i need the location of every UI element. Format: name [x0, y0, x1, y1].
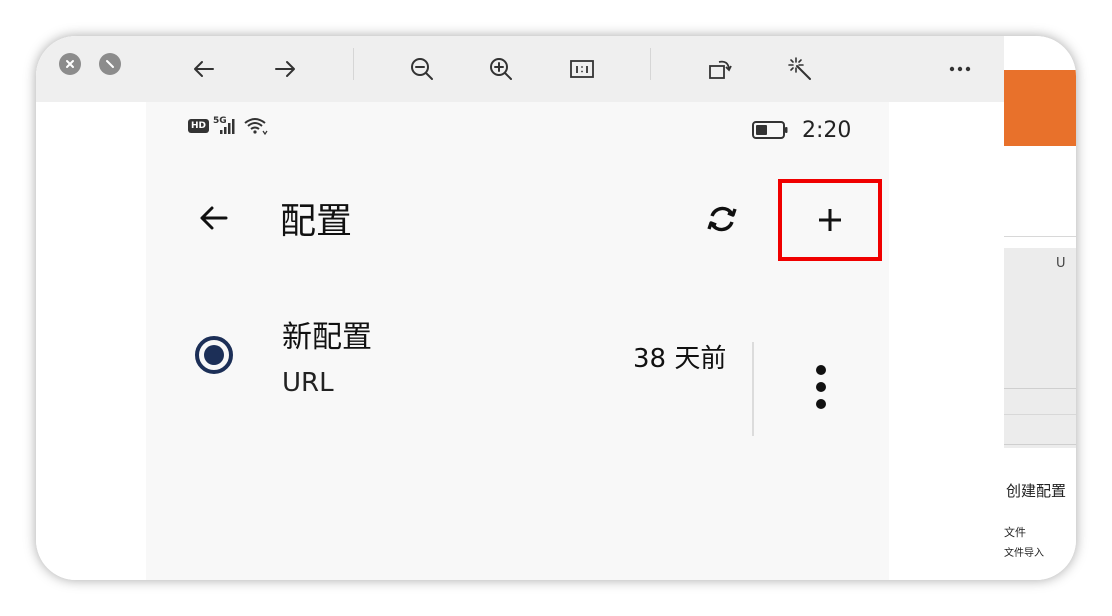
viewer-toolbar — [36, 36, 1004, 102]
page-title: 配置 — [280, 201, 353, 242]
back-button[interactable] — [194, 198, 234, 238]
background-file-text: 文件 — [1004, 526, 1026, 539]
background-divider — [1004, 236, 1076, 237]
background-tick: U — [1056, 256, 1066, 271]
close-window-button[interactable] — [59, 53, 81, 75]
radio-selected-dot — [204, 345, 224, 365]
profile-radio[interactable] — [195, 336, 233, 374]
battery-icon — [752, 121, 788, 139]
background-orange-bar — [1004, 70, 1076, 146]
more-options-button[interactable] — [940, 49, 980, 89]
zoom-in-button[interactable] — [481, 49, 521, 89]
background-import-text: 文件导入 — [1004, 548, 1044, 559]
more-horizontal-icon — [949, 66, 971, 72]
window-frame: U 创建配置 文件 文件导入 HD 5G 2:20 配置 新配置 URL 38 … — [36, 36, 1076, 580]
arrow-left-icon — [194, 61, 214, 77]
enhance-button[interactable] — [780, 49, 820, 89]
image-viewer: HD 5G 2:20 配置 新配置 URL 38 天前 — [36, 36, 1004, 580]
background-create-text: 创建配置 — [1006, 482, 1067, 500]
background-divider — [1004, 388, 1076, 389]
background-gray-panel — [1004, 248, 1076, 448]
signal-icon — [219, 119, 235, 134]
close-icon — [66, 60, 74, 68]
previous-image-button[interactable] — [184, 49, 224, 89]
zoom-out-icon — [411, 58, 433, 80]
next-image-button[interactable] — [265, 49, 305, 89]
plus-icon — [819, 209, 841, 231]
status-bar-left: HD 5G — [188, 116, 269, 136]
status-time: 2:20 — [802, 118, 852, 143]
rotate-icon — [709, 60, 732, 79]
toolbar-separator — [353, 48, 354, 80]
zoom-in-icon — [490, 58, 512, 80]
toolbar-separator — [650, 48, 651, 80]
background-window: U 创建配置 文件 文件导入 — [1004, 36, 1076, 580]
phone-screenshot: HD 5G 2:20 配置 新配置 URL 38 天前 — [146, 102, 889, 580]
arrow-right-icon — [275, 61, 295, 77]
background-divider — [1004, 414, 1076, 415]
hd-badge: HD — [188, 119, 210, 133]
background-divider — [1004, 444, 1076, 445]
vertical-divider — [752, 342, 754, 436]
magic-wand-icon — [788, 57, 811, 80]
refresh-button[interactable] — [702, 199, 742, 239]
minimize-window-button[interactable] — [99, 53, 121, 75]
zoom-out-button[interactable] — [402, 49, 442, 89]
profile-name: 新配置 — [282, 320, 372, 355]
no-entry-icon — [106, 60, 114, 68]
wifi-icon — [244, 118, 268, 136]
rotate-button[interactable] — [700, 49, 740, 89]
profile-type: URL — [282, 368, 334, 398]
actual-size-button[interactable] — [562, 49, 602, 89]
actual-size-icon — [570, 60, 594, 78]
profile-more-button[interactable] — [806, 364, 836, 410]
profile-updated-time: 38 天前 — [633, 344, 727, 374]
add-profile-button[interactable] — [778, 179, 882, 261]
